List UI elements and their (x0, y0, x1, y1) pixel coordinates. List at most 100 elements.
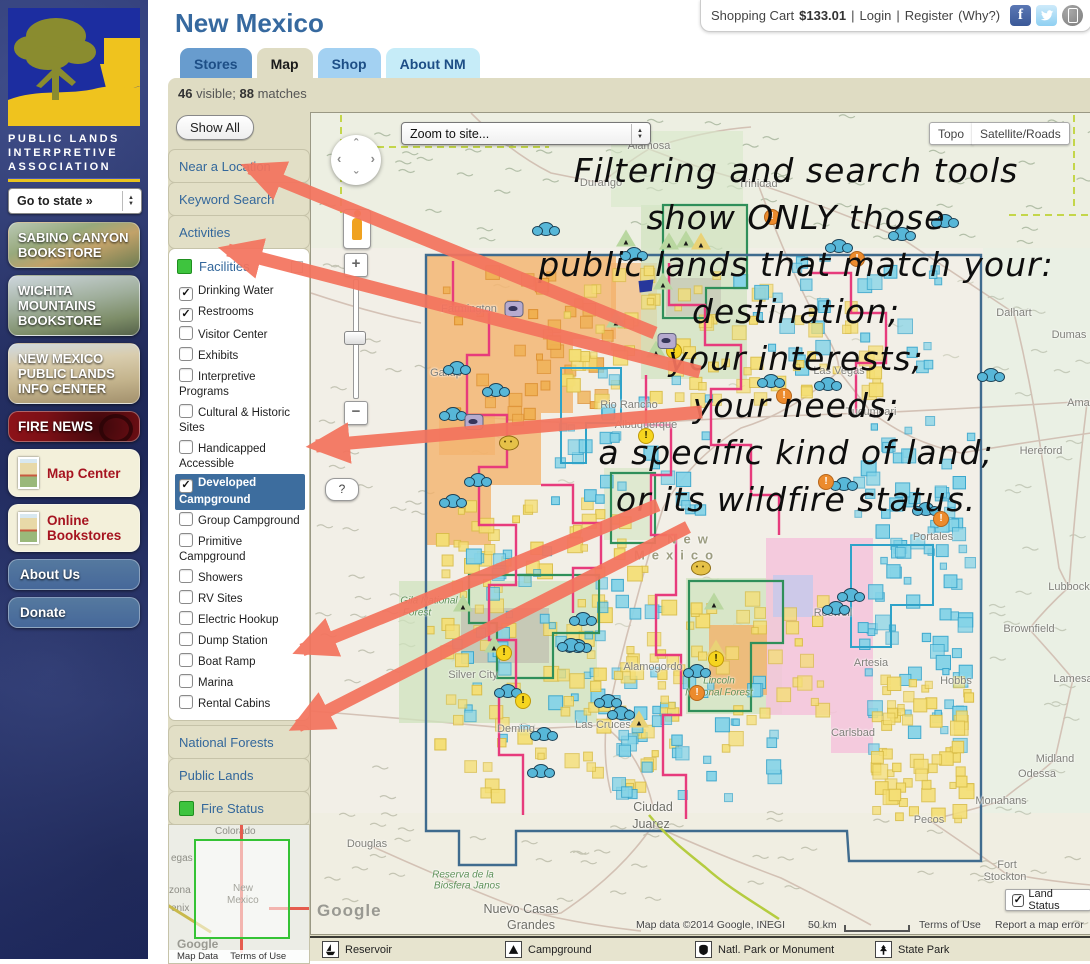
map-marker-icon[interactable] (708, 651, 724, 667)
why-link[interactable]: (Why?) (958, 8, 1000, 23)
checkbox-icon[interactable] (179, 533, 193, 547)
map-marker-icon[interactable] (533, 764, 549, 778)
cart-amount[interactable]: $133.01 (799, 8, 846, 23)
map-marker-icon[interactable] (449, 361, 465, 375)
map-marker-icon[interactable] (563, 638, 579, 652)
map-marker-icon[interactable] (575, 612, 591, 626)
map-marker-icon[interactable] (613, 706, 629, 720)
map-marker-icon[interactable] (465, 414, 484, 430)
facility-checkbox-row[interactable]: Boat Ramp (175, 651, 305, 672)
map-data-link[interactable]: Map Data (177, 951, 218, 962)
terms-link[interactable]: Terms of Use (919, 919, 981, 931)
map-marker-icon[interactable] (689, 685, 705, 701)
collapse-box-icon[interactable] (291, 261, 303, 273)
land-status-toggle[interactable]: Land Status (1005, 889, 1090, 911)
facility-checkbox-row[interactable]: Drinking Water (175, 282, 305, 303)
zoom-slider-handle[interactable] (344, 331, 366, 345)
tab[interactable]: Stores (180, 48, 252, 78)
facebook-icon[interactable]: f (1010, 5, 1031, 26)
facility-checkbox-row[interactable]: Restrooms (175, 303, 305, 324)
show-all-button[interactable]: Show All (176, 115, 254, 140)
overview-minimap[interactable]: Colorado egas zona enix New Mexico Googl… (168, 824, 310, 964)
zoom-in-button[interactable]: + (344, 253, 368, 277)
checkbox-icon[interactable] (179, 611, 193, 625)
checkbox-icon[interactable] (179, 368, 193, 382)
checkbox-icon[interactable] (179, 347, 193, 361)
facility-checkbox-row[interactable]: Group Campground (175, 510, 305, 531)
terms-link[interactable]: Terms of Use (230, 951, 286, 962)
map-marker-icon[interactable] (600, 694, 616, 708)
login-link[interactable]: Login (860, 8, 892, 23)
sidebar-button[interactable]: Online Bookstores (8, 504, 140, 552)
filter-section-header[interactable]: Keyword Search (168, 182, 310, 216)
facility-checkbox-row[interactable]: Exhibits (175, 345, 305, 366)
facility-checkbox-row[interactable]: RV Sites (175, 588, 305, 609)
pan-down-icon[interactable]: ˇ (331, 169, 381, 184)
checkbox-icon[interactable] (179, 632, 193, 646)
facilities-header[interactable]: Facilities (175, 255, 305, 282)
checkbox-icon[interactable] (179, 674, 193, 688)
facility-checkbox-row[interactable]: Developed Campground (175, 474, 305, 510)
checkbox-icon[interactable] (179, 695, 193, 709)
checkbox-icon[interactable] (179, 569, 193, 583)
checkbox-icon[interactable] (179, 653, 193, 667)
cart-label[interactable]: Shopping Cart (711, 8, 794, 23)
sidebar-button[interactable]: FIRE NEWS (8, 411, 140, 442)
checkbox-icon[interactable] (179, 287, 193, 301)
facility-checkbox-row[interactable]: Marina (175, 672, 305, 693)
sidebar-button[interactable]: Map Center (8, 449, 140, 497)
pan-left-icon[interactable]: ‹ (337, 151, 341, 166)
checkbox-icon[interactable] (179, 404, 193, 418)
register-link[interactable]: Register (905, 8, 953, 23)
pan-right-icon[interactable]: › (371, 151, 375, 166)
help-button[interactable]: ? (325, 478, 359, 501)
sidebar-button[interactable]: NEW MEXICO PUBLIC LANDS INFO CENTER (8, 343, 140, 404)
sidebar-button[interactable]: Donate (8, 597, 140, 628)
facility-checkbox-row[interactable]: Cultural & Historic Sites (175, 402, 305, 438)
twitter-icon[interactable] (1036, 5, 1057, 26)
checkbox-icon[interactable] (179, 479, 193, 493)
filter-section-header[interactable]: National Forests (168, 725, 310, 759)
map-marker-icon[interactable] (828, 601, 844, 615)
tab[interactable]: About NM (386, 48, 480, 78)
map-marker-icon[interactable] (445, 407, 461, 421)
fire-status-section[interactable]: Fire Status (168, 791, 310, 825)
pan-up-icon[interactable]: ˆ (331, 136, 381, 151)
tab[interactable]: Map (257, 48, 313, 78)
facility-checkbox-row[interactable]: Visitor Center (175, 324, 305, 345)
map-marker-icon[interactable] (536, 727, 552, 741)
facility-checkbox-row[interactable]: Interpretive Programs (175, 366, 305, 402)
map-viewport[interactable]: AlamosaDurangoTrinidadFarmingtonGallupLa… (310, 112, 1090, 935)
map-marker-icon[interactable] (500, 684, 516, 698)
map-marker-icon[interactable] (445, 494, 461, 508)
facility-checkbox-row[interactable]: Showers (175, 567, 305, 588)
facility-checkbox-row[interactable]: Dump Station (175, 630, 305, 651)
map-marker-icon[interactable] (496, 645, 512, 661)
facility-checkbox-row[interactable]: Rental Cabins (175, 693, 305, 714)
go-to-state-select[interactable]: Go to state » ▲▼ (8, 188, 142, 214)
pan-control[interactable]: ˆ ˇ ‹ › (331, 135, 381, 185)
street-view-pegman[interactable] (343, 209, 371, 249)
satellite-roads-button[interactable]: Satellite/Roads (972, 122, 1070, 145)
map-marker-icon[interactable] (470, 473, 486, 487)
pla-logo[interactable] (8, 8, 140, 126)
checkbox-icon[interactable] (179, 512, 193, 526)
checkbox-icon[interactable] (179, 590, 193, 604)
checkbox-icon[interactable] (1012, 894, 1024, 907)
checkbox-icon[interactable] (179, 440, 193, 454)
map-marker-icon[interactable] (689, 664, 705, 678)
report-error-link[interactable]: Report a map error (995, 919, 1084, 931)
checkbox-icon[interactable] (179, 326, 193, 340)
checkbox-icon[interactable] (179, 308, 193, 322)
map-marker-icon[interactable] (691, 561, 711, 576)
facility-checkbox-row[interactable]: Electric Hookup (175, 609, 305, 630)
sidebar-button[interactable]: SABINO CANYON BOOKSTORE (8, 222, 140, 268)
map-marker-icon[interactable] (843, 588, 859, 602)
filter-section-header[interactable]: Near a Location (168, 149, 310, 183)
tab[interactable]: Shop (318, 48, 381, 78)
filter-section-header[interactable]: Activities (168, 215, 310, 249)
filter-section-header[interactable]: Public Lands (168, 758, 310, 792)
zoom-out-button[interactable]: − (344, 401, 368, 425)
sidebar-button[interactable]: About Us (8, 559, 140, 590)
map-marker-icon[interactable] (515, 693, 531, 709)
